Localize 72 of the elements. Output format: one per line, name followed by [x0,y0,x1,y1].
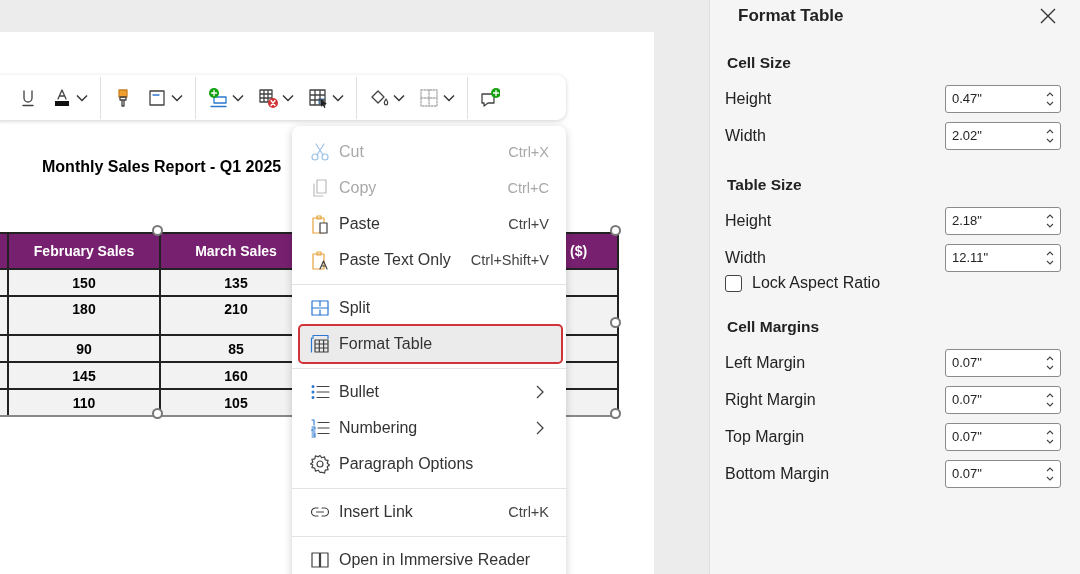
close-icon[interactable] [1040,8,1056,24]
field-label: Width [725,248,767,267]
spin-arrows-icon [1046,391,1054,408]
section-heading: Table Size [727,176,803,195]
text-box-icon [147,87,167,108]
spin-field[interactable]: 2.02" [945,121,1061,150]
field-label: Bottom Margin [725,464,831,483]
chevron-down-icon [282,93,294,102]
spin-field[interactable]: 0.47" [945,84,1061,113]
menu-item[interactable]: Paragraph Options [292,446,562,482]
table-cell: 180 [8,296,160,335]
chevron-down-icon [76,93,88,102]
field-label: Height [725,211,773,230]
field-label: Left Margin [725,353,807,372]
spin-field[interactable]: 0.07" [945,348,1061,377]
bullet-list-icon [310,382,330,402]
section-heading: Cell Size [727,54,792,73]
copy-icon [310,178,330,198]
book-icon [310,550,330,570]
spin-field[interactable]: 0.07" [945,459,1061,488]
scissors-icon [310,142,330,162]
report-title: Monthly Sales Report - Q1 2025 [42,158,282,176]
resize-handle[interactable] [152,408,163,419]
field-label: Width [725,126,767,145]
field-label: Right Margin [725,390,817,409]
table-icon [310,334,330,354]
chevron-down-icon [171,93,183,102]
spin-arrows-icon [1046,249,1054,266]
table-cell: 145 [8,362,160,389]
checkbox[interactable] [725,274,742,292]
field-label: Height [725,89,773,108]
borders-icon [419,87,439,108]
insert-row-icon [208,87,228,108]
chevron-down-icon [332,93,344,102]
column-header: ($) [565,233,618,269]
delete-table-icon [258,87,278,108]
column-header: February Sales [8,233,160,269]
resize-handle[interactable] [610,225,621,236]
spin-field[interactable]: 0.07" [945,422,1061,451]
table-cell: 110 [8,389,160,416]
spin-arrows-icon [1046,354,1054,371]
resize-handle[interactable] [152,225,163,236]
spin-arrows-icon [1046,127,1054,144]
chevron-down-icon [443,93,455,102]
spin-field[interactable]: 12.11" [945,243,1061,272]
clipboard-icon [310,214,330,234]
checkbox-label: Lock Aspect Ratio [752,274,881,292]
clipboard-icon [310,250,330,270]
spin-arrows-icon [1046,212,1054,229]
table-cell: 150 [8,269,160,296]
spin-arrows-icon [1046,90,1054,107]
resize-handle[interactable] [610,408,621,419]
spin-field[interactable]: 0.07" [945,385,1061,414]
chevron-down-icon [232,93,244,102]
split-cells-icon [310,298,330,318]
spin-arrows-icon [1046,428,1054,445]
comment-add-icon [480,87,500,108]
table-cursor-icon [308,87,328,108]
numbered-list-icon [310,418,330,438]
resize-handle[interactable] [610,317,621,328]
font-color-icon [52,87,72,108]
chevron-down-icon [393,93,405,102]
settings-icon [310,454,330,474]
menu-item[interactable]: Format Table [300,326,561,362]
menu-item[interactable]: Open in Immersive Reader [292,542,562,574]
field-label: Top Margin [725,427,806,446]
table-cell: 90 [8,335,160,362]
menu-item[interactable]: Insert Link Ctrl+K [292,494,562,530]
section-heading: Cell Margins [727,318,821,337]
spin-arrows-icon [1046,465,1054,482]
pane-title: Format Table [738,6,845,26]
spin-field[interactable]: 2.18" [945,206,1061,235]
